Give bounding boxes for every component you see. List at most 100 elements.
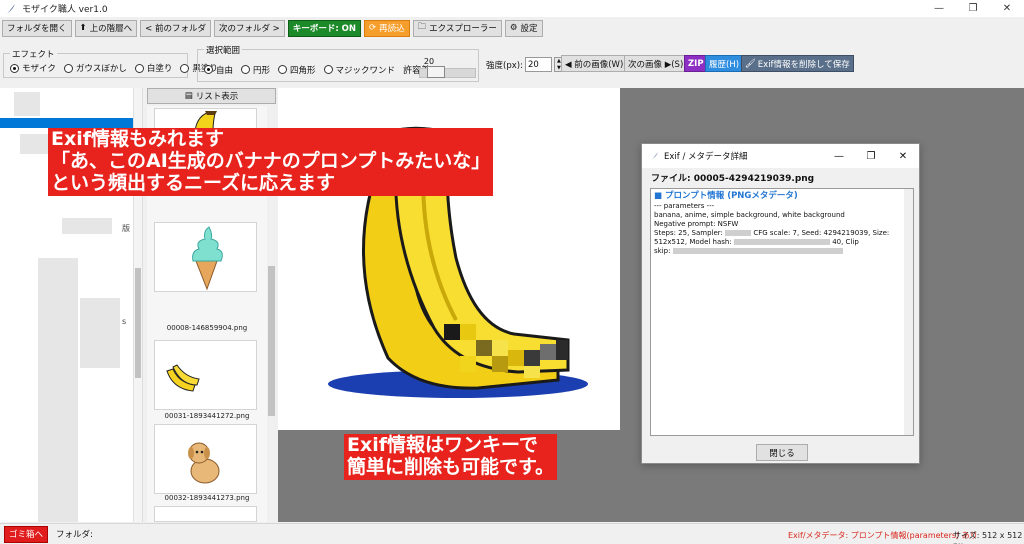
blurred-tree-item [38,258,78,522]
selected-tree-item[interactable] [0,118,133,128]
dialog-close-button[interactable]: 閉じる [756,444,808,461]
feather-icon [652,152,658,160]
strength-input[interactable]: 20 [524,57,552,72]
thumbnail-caption: 00032-1893441273.png [164,494,250,502]
prev-folder-button[interactable]: < 前のフォルダ [140,19,211,37]
strip-exif-label: Exif情報を削除して保存 [757,59,850,70]
radio-dot [204,65,213,74]
list-view-label: リスト表示 [195,92,239,102]
effect-label: ガウスぼかし [75,64,127,74]
redacted-block [725,230,752,236]
minimize-button[interactable]: — [922,0,956,17]
metadata-textbox[interactable]: ■ プロンプト情報 (PNGメタデータ) --- parameters --- … [650,188,914,436]
selection-radio-free[interactable]: 自由 [204,64,233,76]
open-folder-label: フォルダを開く [7,24,67,34]
tolerance-slider[interactable]: 20 [419,57,476,81]
close-window-button[interactable]: ✕ [990,0,1024,17]
thumbnail-caption: 00031-1893441272.png [164,412,250,420]
up-level-button[interactable]: ⬆ 上の階層へ [74,19,138,37]
radio-dot [278,65,288,74]
annotation-bottom: Exif情報はワンキーで 簡単に削除も可能です。 [344,434,558,480]
thumbnail-item[interactable] [154,222,257,292]
effect-legend: エフェクト [10,48,57,60]
settings-button[interactable]: ⚙ 設定 [504,19,543,37]
next-image-button[interactable]: 次の画像 ▶(S) [624,55,688,72]
thumbnail-partial[interactable] [154,506,257,522]
dialog-title: Exif / メタデータ詳細 [664,152,748,162]
prev-image-label: ◀ 前の画像(W) [565,59,624,70]
trash-button[interactable]: ゴミ箱へ [4,525,48,543]
maximize-button[interactable]: ❐ [956,0,990,17]
dialog-title-bar: Exif / メタデータ詳細 — ❐ ✕ [642,144,919,168]
metadata-text: skip: [654,247,671,255]
next-image-label: 次の画像 ▶(S) [628,59,684,70]
next-folder-label: 次のフォルダ > [218,24,280,34]
dialog-file-label: ファイル: 00005-4294219039.png [651,174,815,184]
soft-serve-ice-cream-icon [192,226,223,291]
scroll-thumb[interactable] [268,266,275,416]
dialog-close-label: 閉じる [769,448,795,459]
window-title: モザイク職人 ver1.0 [22,5,108,15]
effect-radio-white[interactable]: 白塗り [134,62,172,74]
up-level-label: 上の階層へ [89,24,133,34]
selection-radio-circle[interactable]: 円形 [241,64,270,76]
effect-radio-gaussian[interactable]: ガウスぼかし [63,62,127,74]
metadata-text: Steps: 25, Sampler: [654,229,723,237]
radio-dot [323,65,333,74]
tree-text-fragment: 版 [122,224,130,233]
metadata-text: 40, Clip [832,238,859,246]
list-icon: ▤ [184,91,193,101]
banana-icon [166,364,200,392]
gear-icon: ⚙ [509,23,518,33]
scroll-thumb[interactable] [135,268,141,378]
dialog-close-x-button[interactable]: ✕ [887,144,919,168]
metadata-line: Negative prompt: NSFW [654,220,739,228]
metadata-line: --- parameters --- [654,202,715,210]
prev-folder-label: < 前のフォルダ [145,24,206,34]
explorer-button[interactable]: 🗀 エクスプローラー [412,19,502,37]
brush-icon: 🖌 [745,58,756,69]
dialog-minimize-button[interactable]: — [823,144,855,168]
blurred-tree-item [80,298,120,368]
annotation-line: Exif情報もみれます [51,128,225,150]
blurred-tree-item [14,92,40,116]
keyboard-toggle-button[interactable]: キーボード: ON [287,19,362,37]
metadata-scrollbar[interactable] [904,189,913,435]
selection-label: 円形 [253,65,271,76]
strip-exif-save-button[interactable]: 🖌 Exif情報を削除して保存 [741,55,854,72]
selection-label: 四角形 [290,65,316,76]
thumbnail-partial[interactable] [154,108,257,132]
exif-dialog: Exif / メタデータ詳細 — ❐ ✕ ファイル: 00005-4294219… [641,143,920,464]
strength-label: 強度(px): [486,60,523,71]
history-button[interactable]: 履歴(H) [705,55,744,72]
metadata-line: Steps: 25, Sampler: CFG scale: 7, Seed: … [654,229,910,238]
reload-label: 再読込 [379,24,405,34]
effect-options: モザイク ガウスぼかし 白塗り 黒塗り [10,62,218,74]
tree-text-fragment: s [122,317,127,326]
open-folder-button[interactable]: フォルダを開く [2,19,72,37]
selection-radio-magicwand[interactable]: マジックワンド [323,64,395,76]
folder-status: フォルダ: [56,530,93,540]
radio-dot [241,65,251,74]
up-arrow-icon: ⬆ [79,23,87,33]
metadata-text: 512x512, Model hash: [654,238,732,246]
trash-label: ゴミ箱へ [8,530,43,540]
metadata-line: 512x512, Model hash: 40, Clip [654,238,910,247]
selection-radio-rect[interactable]: 四角形 [278,64,316,76]
selection-options: 自由 円形 四角形 マジックワンド 許容差: [204,63,433,76]
radio-dot [10,63,19,73]
thumbnail-item[interactable] [154,340,257,410]
thumbnail-item[interactable] [154,424,257,494]
next-folder-button[interactable]: 次のフォルダ > [213,19,285,37]
effect-radio-mosaic[interactable]: モザイク [10,62,56,74]
slider-thumb[interactable] [427,66,445,78]
zip-label: ZIP [688,58,704,69]
reload-button[interactable]: ⟳ 再読込 [364,19,410,37]
effect-label: モザイク [22,64,56,74]
strength-value: 20 [527,59,539,70]
list-view-button[interactable]: ▤ リスト表示 [147,88,276,104]
metadata-text: CFG scale: 7, Seed: 4294219039, Size: [753,229,890,237]
dialog-maximize-button[interactable]: ❐ [855,144,887,168]
prev-image-button[interactable]: ◀ 前の画像(W) [561,55,628,72]
reload-icon: ⟳ [369,23,377,33]
